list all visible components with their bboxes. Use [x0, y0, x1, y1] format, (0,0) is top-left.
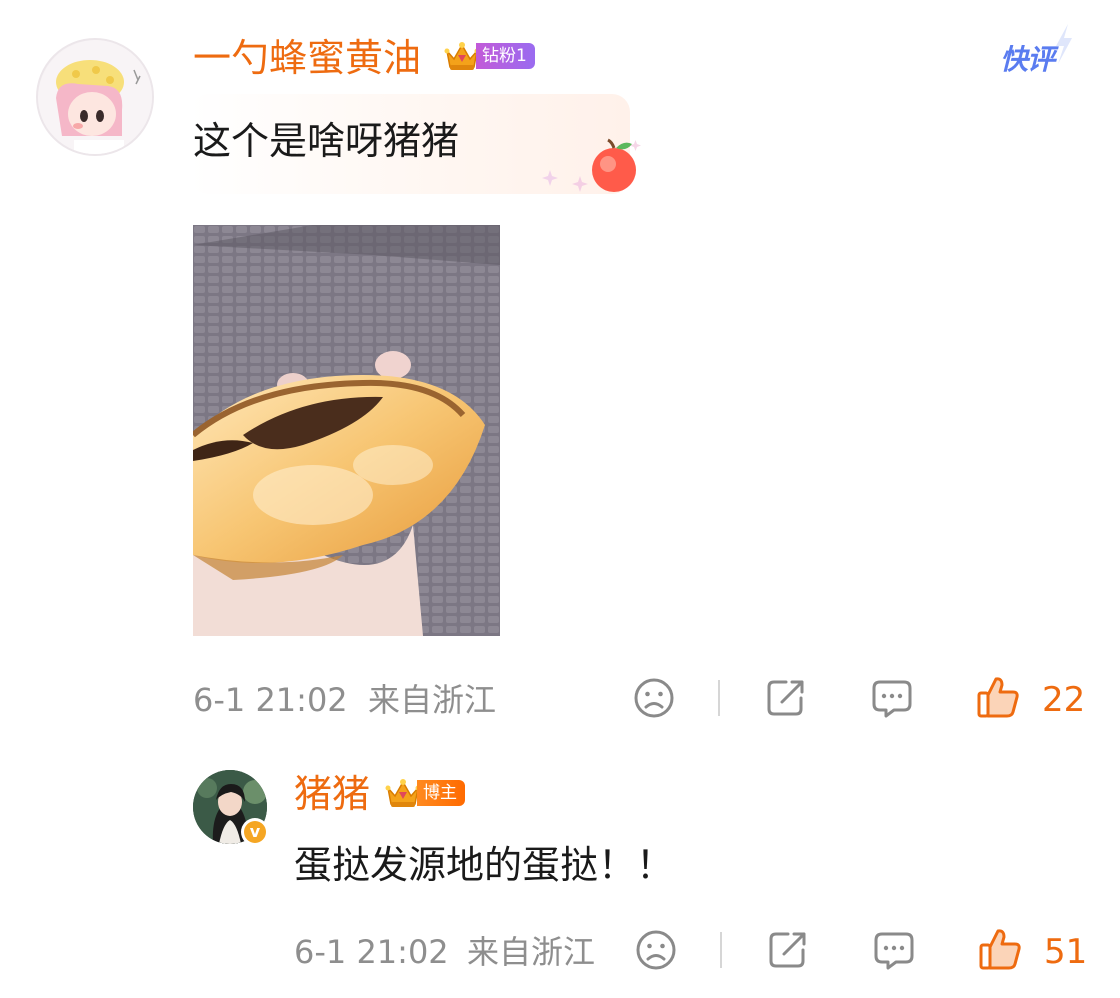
- host-badge-label: 博主: [417, 780, 465, 806]
- comment-location: 来自浙江: [368, 681, 497, 719]
- thumb-up-icon[interactable]: [978, 926, 1022, 970]
- divider: [720, 932, 722, 968]
- comment-timestamp: 6-1 21:02: [193, 681, 348, 719]
- share-icon[interactable]: [764, 676, 808, 720]
- fan-badge-label: 钻粉1: [476, 43, 535, 69]
- apple-sticker-icon: [542, 138, 641, 192]
- verified-badge: v: [241, 818, 269, 846]
- fan-badge[interactable]: 钻粉1: [444, 41, 535, 71]
- reply-text: 蛋挞发源地的蛋挞！！: [294, 843, 675, 887]
- lightning-icon: [1056, 24, 1072, 64]
- crown-icon: [444, 42, 480, 70]
- reply-location: 来自浙江: [467, 933, 596, 971]
- frown-icon[interactable]: [632, 676, 676, 720]
- comment-text: 这个是啥呀猪猪: [193, 119, 460, 163]
- crown-icon: [385, 779, 421, 807]
- avatar[interactable]: [36, 38, 154, 156]
- username[interactable]: 一勺蜂蜜黄油: [193, 36, 421, 80]
- quick-review-button[interactable]: 快评: [996, 24, 1076, 80]
- comment-icon[interactable]: [872, 928, 916, 972]
- like-count: 51: [1044, 932, 1088, 972]
- thumb-up-icon[interactable]: [976, 674, 1020, 718]
- comment-photo[interactable]: [193, 225, 500, 636]
- reply-timestamp: 6-1 21:02: [294, 933, 449, 971]
- comment-icon[interactable]: [870, 676, 914, 720]
- share-icon[interactable]: [766, 928, 810, 972]
- reply-username[interactable]: 猪猪: [294, 772, 370, 816]
- like-count: 22: [1042, 680, 1086, 720]
- frown-icon[interactable]: [634, 928, 678, 972]
- divider: [718, 680, 720, 716]
- host-badge[interactable]: 博主: [385, 778, 465, 808]
